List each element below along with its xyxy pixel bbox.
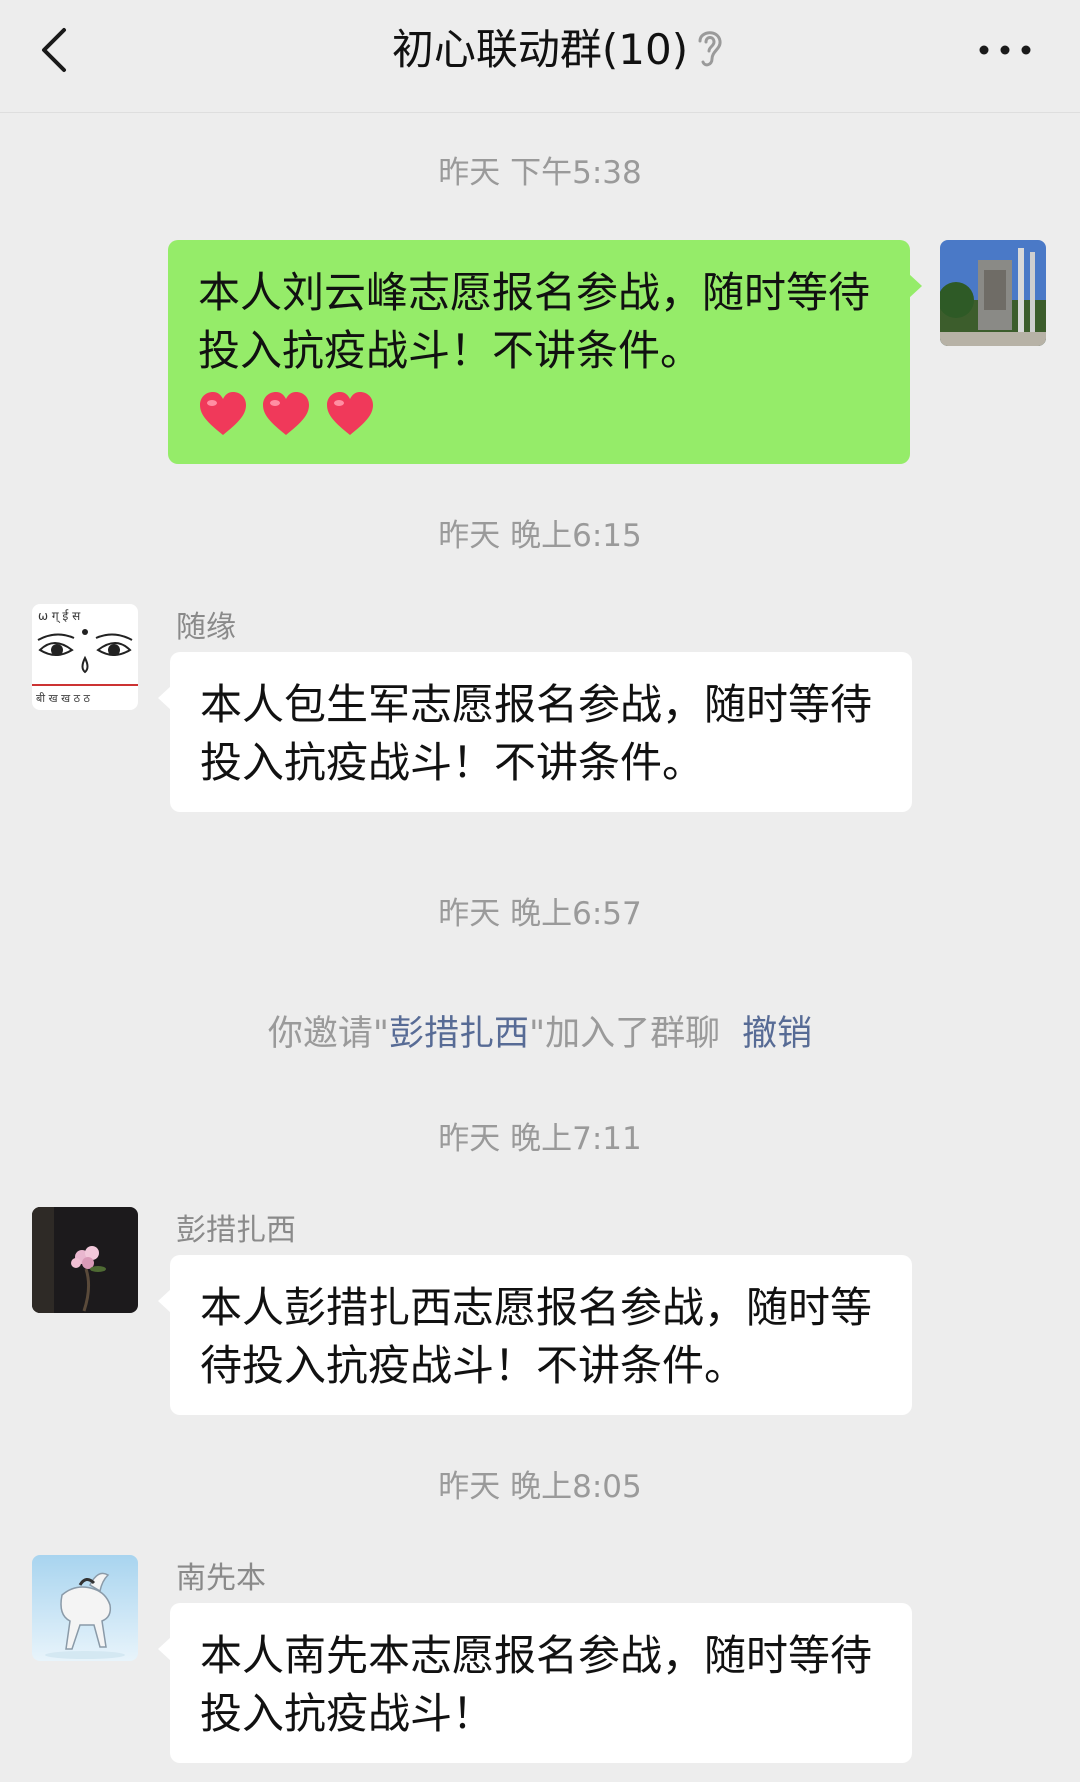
- avatar-suiyuan[interactable]: ω ग् ई स बी ख ख ठ ठ: [32, 604, 138, 710]
- message-timestamp: 昨天 晚上8:05: [438, 1469, 642, 1505]
- chat-title: 初心联动群(10): [391, 25, 689, 74]
- bubble-tail: [158, 1289, 171, 1313]
- message-bubble-self[interactable]: 本人刘云峰志愿报名参战，随时等待投入抗疫战斗！不讲条件。: [168, 240, 922, 464]
- message-timestamp: 昨天 晚上7:11: [438, 1121, 642, 1157]
- system-text-suffix: "加入了群聊: [529, 1014, 721, 1054]
- bubble-tail: [158, 1637, 171, 1661]
- invited-user-link[interactable]: 彭措扎西: [389, 1014, 529, 1054]
- ear-icon: [692, 25, 726, 69]
- svg-text:बी ख ख ठ ठ: बी ख ख ठ ठ: [36, 692, 91, 705]
- chat-header: 初心联动群(10): [0, 0, 1080, 113]
- message-bubble[interactable]: 本人南先本志愿报名参战，随时等待投入抗疫战斗！: [158, 1603, 912, 1763]
- heart-icon: [263, 392, 310, 435]
- sender-name: 彭措扎西: [176, 1213, 296, 1248]
- message-timestamp: 昨天 晚上6:57: [438, 896, 642, 932]
- message-text: 本人南先本志愿报名参战，随时等待投入抗疫战斗！: [200, 1631, 873, 1738]
- message-text: 本人刘云峰志愿报名参战，随时等待投入抗疫战斗！不讲条件。: [198, 268, 871, 375]
- system-message: 你邀请"彭措扎西"加入了群聊 撤销: [0, 1010, 1080, 1058]
- sender-name: 南先本: [176, 1561, 266, 1596]
- more-button[interactable]: [970, 30, 1040, 70]
- sender-name: 随缘: [176, 610, 236, 645]
- message-bubble[interactable]: 本人彭措扎西志愿报名参战，随时等待投入抗疫战斗！不讲条件。: [158, 1255, 912, 1415]
- emoji-hearts: [198, 383, 375, 441]
- svg-text:ω ग् ई स: ω ग् ई स: [38, 609, 81, 624]
- heart-icon: [326, 392, 373, 435]
- message-timestamp: 昨天 晚上6:15: [438, 518, 642, 554]
- undo-invite-link[interactable]: 撤销: [742, 1014, 812, 1054]
- bubble-tail: [909, 274, 922, 298]
- message-text: 本人彭措扎西志愿报名参战，随时等待投入抗疫战斗！不讲条件。: [200, 1283, 873, 1390]
- avatar-pengcuozhaxi[interactable]: [32, 1207, 138, 1313]
- message-bubble[interactable]: 本人包生军志愿报名参战，随时等待投入抗疫战斗！不讲条件。: [158, 652, 912, 812]
- heart-icon: [200, 392, 246, 435]
- avatar-self[interactable]: [940, 240, 1046, 346]
- system-text-prefix: 你邀请": [267, 1014, 389, 1054]
- more-icon: [979, 45, 1031, 55]
- message-text: 本人包生军志愿报名参战，随时等待投入抗疫战斗！不讲条件。: [200, 680, 873, 787]
- bubble-tail: [158, 686, 171, 710]
- message-timestamp: 昨天 下午5:38: [438, 155, 642, 191]
- avatar-nanxianben[interactable]: [32, 1555, 138, 1661]
